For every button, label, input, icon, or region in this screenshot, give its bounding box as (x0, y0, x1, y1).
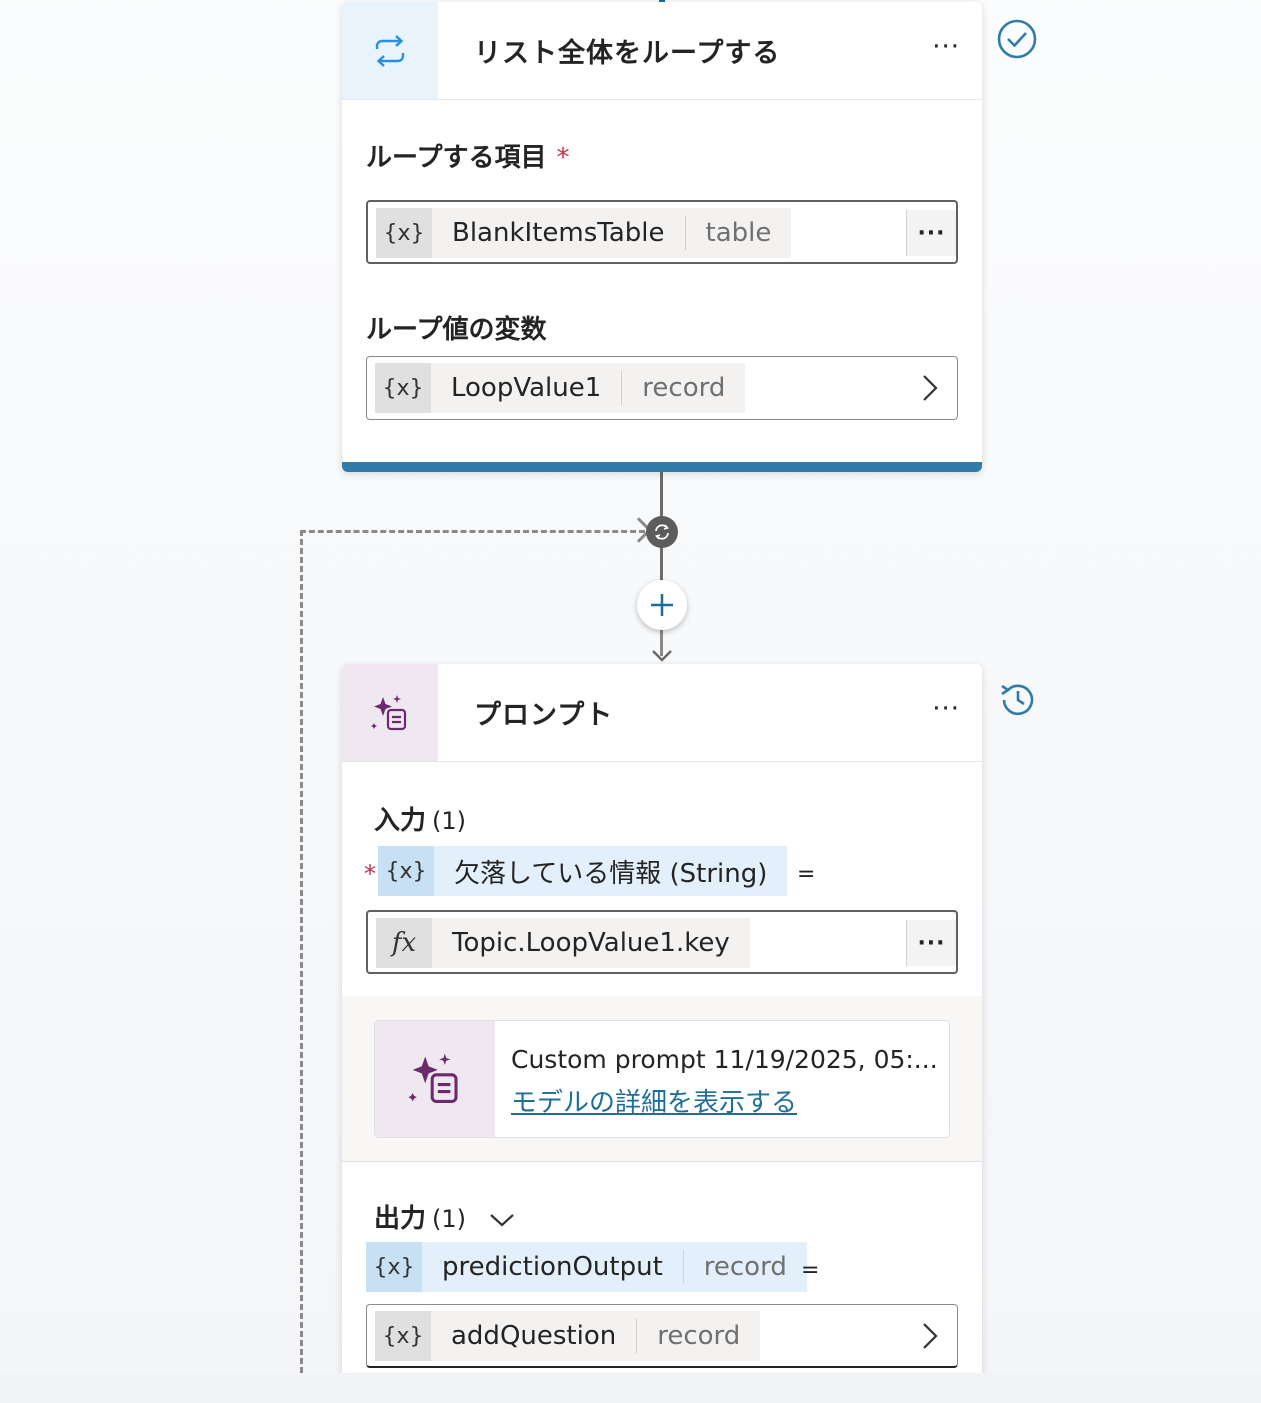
loop-node-header: リスト全体をループする ··· (342, 2, 982, 100)
loop-node-card[interactable]: リスト全体をループする ··· ループする項目 * {x} BlankItemsT… (342, 2, 982, 472)
model-card[interactable]: Custom prompt 11/19/2025, 05:... モデルの詳細を… (374, 1020, 950, 1138)
input-variable-chip: {x} 欠落している情報 (String) (378, 846, 788, 896)
authoring-canvas[interactable]: リスト全体をループする ··· ループする項目 * {x} BlankItemsT… (0, 0, 1261, 1403)
input-label-text: 入力 (374, 806, 427, 836)
loop-back-dashed-line (300, 530, 645, 533)
variable-pill[interactable]: {x} addQuestion record (375, 1311, 761, 1361)
connector-line (660, 470, 663, 518)
formula-pill[interactable]: fx Topic.LoopValue1.key (376, 918, 750, 968)
input-formula-field[interactable]: fx Topic.LoopValue1.key ··· (366, 910, 958, 974)
output-section-label[interactable]: 出力 (1) (374, 1198, 515, 1235)
variable-name: BlankItemsTable (452, 218, 665, 248)
output-variable-chip: {x} predictionOutput record (366, 1242, 807, 1292)
loop-items-more-button[interactable]: ··· (906, 210, 956, 256)
loop-icon (342, 2, 438, 99)
variable-name: LoopValue1 (451, 373, 602, 403)
required-mark: * (556, 143, 570, 173)
loop-items-label-text: ループする項目 (366, 143, 547, 173)
output-variable-name: predictionOutput (442, 1252, 663, 1282)
loop-items-field[interactable]: {x} BlankItemsTable table ··· (366, 200, 958, 264)
variable-icon: {x} (375, 1311, 431, 1361)
variable-type: record (642, 373, 726, 403)
loop-back-dashed-line (300, 530, 303, 1373)
variable-type: record (657, 1321, 741, 1351)
prompt-node-more-button[interactable]: ··· (932, 694, 960, 724)
required-mark: * (364, 860, 376, 888)
canvas-bottom-edge (0, 1373, 1261, 1403)
chevron-right-icon[interactable] (921, 373, 939, 403)
add-node-button[interactable] (637, 580, 687, 630)
loop-items-label: ループする項目 * (366, 137, 569, 174)
success-check-icon (997, 19, 1037, 59)
history-icon (1001, 684, 1034, 716)
formula-fx-icon: fx (376, 918, 432, 968)
input-variable-name: 欠落している情報 (String) (454, 858, 768, 889)
input-section-label: 入力 (1) (374, 800, 466, 837)
variable-icon: {x} (378, 846, 434, 896)
loop-iteration-icon (646, 516, 678, 548)
plus-icon (651, 594, 673, 616)
loop-value-field[interactable]: {x} LoopValue1 record (366, 356, 958, 420)
connector-line (660, 546, 663, 582)
input-count: (1) (432, 807, 467, 835)
chevron-down-icon[interactable] (489, 1212, 515, 1228)
variable-pill[interactable]: {x} LoopValue1 record (375, 363, 746, 413)
model-section: Custom prompt 11/19/2025, 05:... モデルの詳細を… (342, 996, 982, 1162)
output-label-text: 出力 (374, 1204, 427, 1234)
prompt-node-title: プロンプト (474, 700, 614, 731)
prompt-node-header: プロンプト ··· (342, 664, 982, 762)
formula-value: Topic.LoopValue1.key (452, 928, 730, 958)
variable-icon: {x} (376, 208, 432, 258)
output-target-field[interactable]: {x} addQuestion record (366, 1304, 958, 1368)
model-title: Custom prompt 11/19/2025, 05:... (511, 1045, 938, 1074)
selected-node-bar (342, 462, 982, 472)
chevron-right-icon[interactable] (921, 1321, 939, 1351)
output-variable-type: record (703, 1252, 787, 1282)
variable-icon: {x} (366, 1242, 422, 1292)
prompt-sparkle-icon (342, 664, 438, 761)
loop-node-more-button[interactable]: ··· (932, 32, 960, 62)
variable-pill[interactable]: {x} BlankItemsTable table (376, 208, 792, 258)
prompt-node-card[interactable]: プロンプト ··· 入力 (1) * {x} 欠落している情報 (String) … (342, 664, 982, 1403)
variable-type: table (705, 218, 772, 248)
model-details-link[interactable]: モデルの詳細を表示する (511, 1082, 797, 1119)
equals-sign: = (801, 1258, 820, 1283)
loop-value-label: ループ値の変数 (366, 315, 547, 345)
output-count: (1) (432, 1205, 467, 1233)
variable-name: addQuestion (451, 1321, 617, 1351)
variable-icon: {x} (375, 363, 431, 413)
prompt-sparkle-icon (375, 1021, 495, 1137)
input-formula-more-button[interactable]: ··· (906, 920, 956, 966)
loop-node-title: リスト全体をループする (474, 38, 781, 69)
equals-sign: = (797, 862, 816, 887)
arrow-down-icon (652, 650, 672, 662)
